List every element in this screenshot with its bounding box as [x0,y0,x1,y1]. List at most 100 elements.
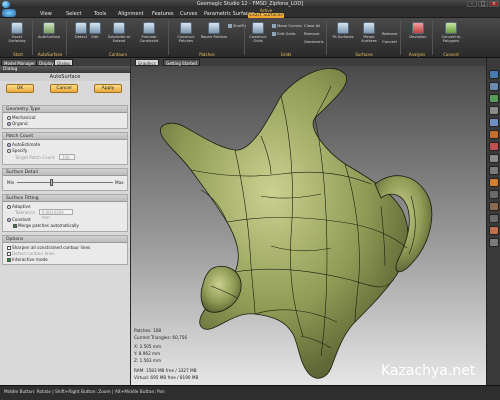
merge-icon [363,22,375,34]
surface-detail-slider-track[interactable] [17,182,113,183]
button-label: Remove [304,31,320,36]
button-label: Convert to Polygons [441,35,461,43]
close-button[interactable]: × [489,1,499,7]
settings-icon[interactable] [489,238,499,247]
convert-small-button[interactable]: Convert [382,39,397,44]
button-label: Repair Patches [200,35,228,39]
target-patch-count-field[interactable]: 100 [59,154,75,160]
organic-radio[interactable]: Organic [7,121,28,126]
tab-dialog[interactable]: Dialog [54,59,73,66]
patch-count-section: Patch Count AutoEstimate Specify Target … [2,132,128,165]
sharpen-contours-checkbox[interactable]: Sharpen all constrained contour lines [7,245,90,250]
tolerance-label: Tolerance [15,210,35,215]
geometry-type-section: Geometry Type Mechanical Organic [2,105,128,129]
convert-to-polygons-button[interactable]: Convert to Polygons [436,20,466,51]
right-toolbar [486,58,500,385]
close-all-button[interactable]: Close All [304,23,320,28]
section-header: Patch Count [3,133,127,140]
merge-patches-checkbox[interactable]: Merge patches automatically [13,223,79,228]
maximize-button[interactable]: □ [478,1,488,7]
repair-patches-button[interactable]: Repair Patches [200,20,228,51]
window-title: Geomagic Studio 12 - FMSD_Zipfone_LOD] [196,1,304,7]
subdivide-extend-button[interactable]: Subdivide or Extend [104,20,134,51]
stat-patches: Patches: 108 [134,328,161,333]
fit-surfaces-button[interactable]: Fit Surfaces [330,20,356,51]
autosurface-icon [43,22,55,34]
tolerance-field[interactable]: 0.0014399 mm [39,209,73,220]
specify-radio[interactable]: Specify [7,148,27,153]
apply-button[interactable]: Apply [94,84,122,93]
view-left-icon[interactable] [489,94,499,103]
menu-tools[interactable]: Tools [94,11,106,17]
button-label: Geometric [304,39,324,44]
deviation-button[interactable]: Deviation [404,20,432,51]
status-bar: Middle Button: Rotate | Shift+Right Butt… [0,385,500,400]
view-back-icon[interactable] [489,82,499,91]
adaptive-radio[interactable]: Adaptive [7,204,31,209]
view-right-icon[interactable] [489,106,499,115]
tab-getting-started[interactable]: Getting Started [163,59,200,66]
button-label: Construct Patches [177,35,195,43]
ok-button[interactable]: OK [6,84,34,93]
shading-icon[interactable] [489,166,499,175]
mechanical-radio[interactable]: Mechanical [7,115,36,120]
checkbox-icon [7,252,11,256]
autosurface-button[interactable]: AutoSurface [36,20,62,51]
application-menu-button[interactable] [2,9,16,17]
geometric-button[interactable]: Geometric [304,39,324,44]
tab-model-manager[interactable]: Model Manager [1,59,38,66]
zoom-fit-icon[interactable] [489,154,499,163]
surface-fitting-section: Surface Fitting Adaptive Tolerance 0.001… [2,194,128,232]
button-label: Promote Constraint [139,35,159,43]
merge-surfaces-button[interactable]: Merge Surfaces [356,20,382,51]
color-icon[interactable] [489,226,499,235]
render-icon[interactable] [489,178,499,187]
detect-contour-lines-checkbox[interactable]: Detect contour lines [7,251,54,256]
panel-tabs: Model Manager Display Dialog [0,58,130,66]
interactive-mode-checkbox[interactable]: Interactive mode [7,257,48,262]
exact-surfacing-button[interactable]: Exact Surfacing [4,20,30,51]
surface-detail-slider-thumb[interactable] [49,179,53,186]
autoestimate-radio[interactable]: AutoEstimate [7,142,40,147]
view-iso-icon[interactable] [489,142,499,151]
button-label: Exact Surfacing [8,35,26,43]
view-front-icon[interactable] [489,70,499,79]
edit-button[interactable]: Edit [84,20,106,51]
group-separator [326,21,327,55]
group-label-patches: Patches [199,52,215,57]
move-curves-button[interactable]: Move Curves [272,23,302,28]
grid-icon [252,22,264,34]
menu-view[interactable]: View [40,11,52,17]
remove-surface-button[interactable]: Remove [382,31,397,36]
stat-triangles: Current Triangles: 60,756 [134,335,188,340]
section-header: Geometry Type [3,106,127,113]
option-label: Mechanical [12,115,36,120]
menu-alignment[interactable]: Alignment [118,11,144,17]
checkbox-icon [7,246,11,250]
graphics-viewport[interactable]: Patches: 108 Current Triangles: 60,756 X… [131,66,486,385]
view-top-icon[interactable] [489,118,499,127]
left-panel: Model Manager Display Dialog Dialog Auto… [0,58,130,385]
promote-constraint-button[interactable]: Promote Constraint [134,20,164,51]
construct-patches-button[interactable]: Construct Patches [172,20,200,51]
cancel-button[interactable]: Cancel [50,84,78,93]
group-separator [432,21,433,55]
edit-grids-button[interactable]: Edit Grids [272,31,296,36]
menu-curves[interactable]: Curves [180,11,197,17]
constant-radio[interactable]: Constant [7,217,31,222]
minimize-button[interactable]: – [467,1,477,7]
lighting-icon[interactable] [489,190,499,199]
tab-graphics[interactable]: Graphics [135,59,159,66]
checkbox-checked-icon [7,258,11,262]
construct-grids-button[interactable]: Construct Grids [246,20,270,51]
group-separator [400,21,401,55]
texture-icon[interactable] [489,202,499,211]
menu-features[interactable]: Features [152,11,174,17]
option-label: AutoEstimate [12,142,41,147]
view-bottom-icon[interactable] [489,130,499,139]
dialog-bar: Dialog [0,66,130,73]
menu-select[interactable]: Select [66,11,81,17]
boundary-icon[interactable] [489,214,499,223]
remove-button[interactable]: Remove [304,31,319,36]
status-text: Middle Button: Rotate | Shift+Right Butt… [4,390,165,395]
